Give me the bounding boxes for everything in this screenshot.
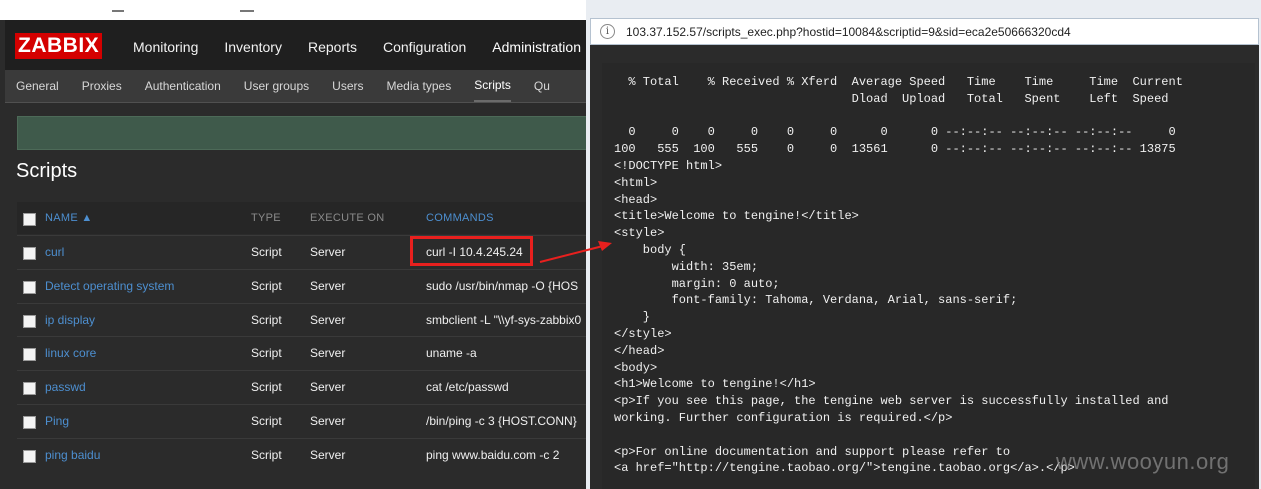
watermark: www.wooyun.org xyxy=(1056,449,1230,474)
annotation-arrow-icon xyxy=(539,241,612,263)
